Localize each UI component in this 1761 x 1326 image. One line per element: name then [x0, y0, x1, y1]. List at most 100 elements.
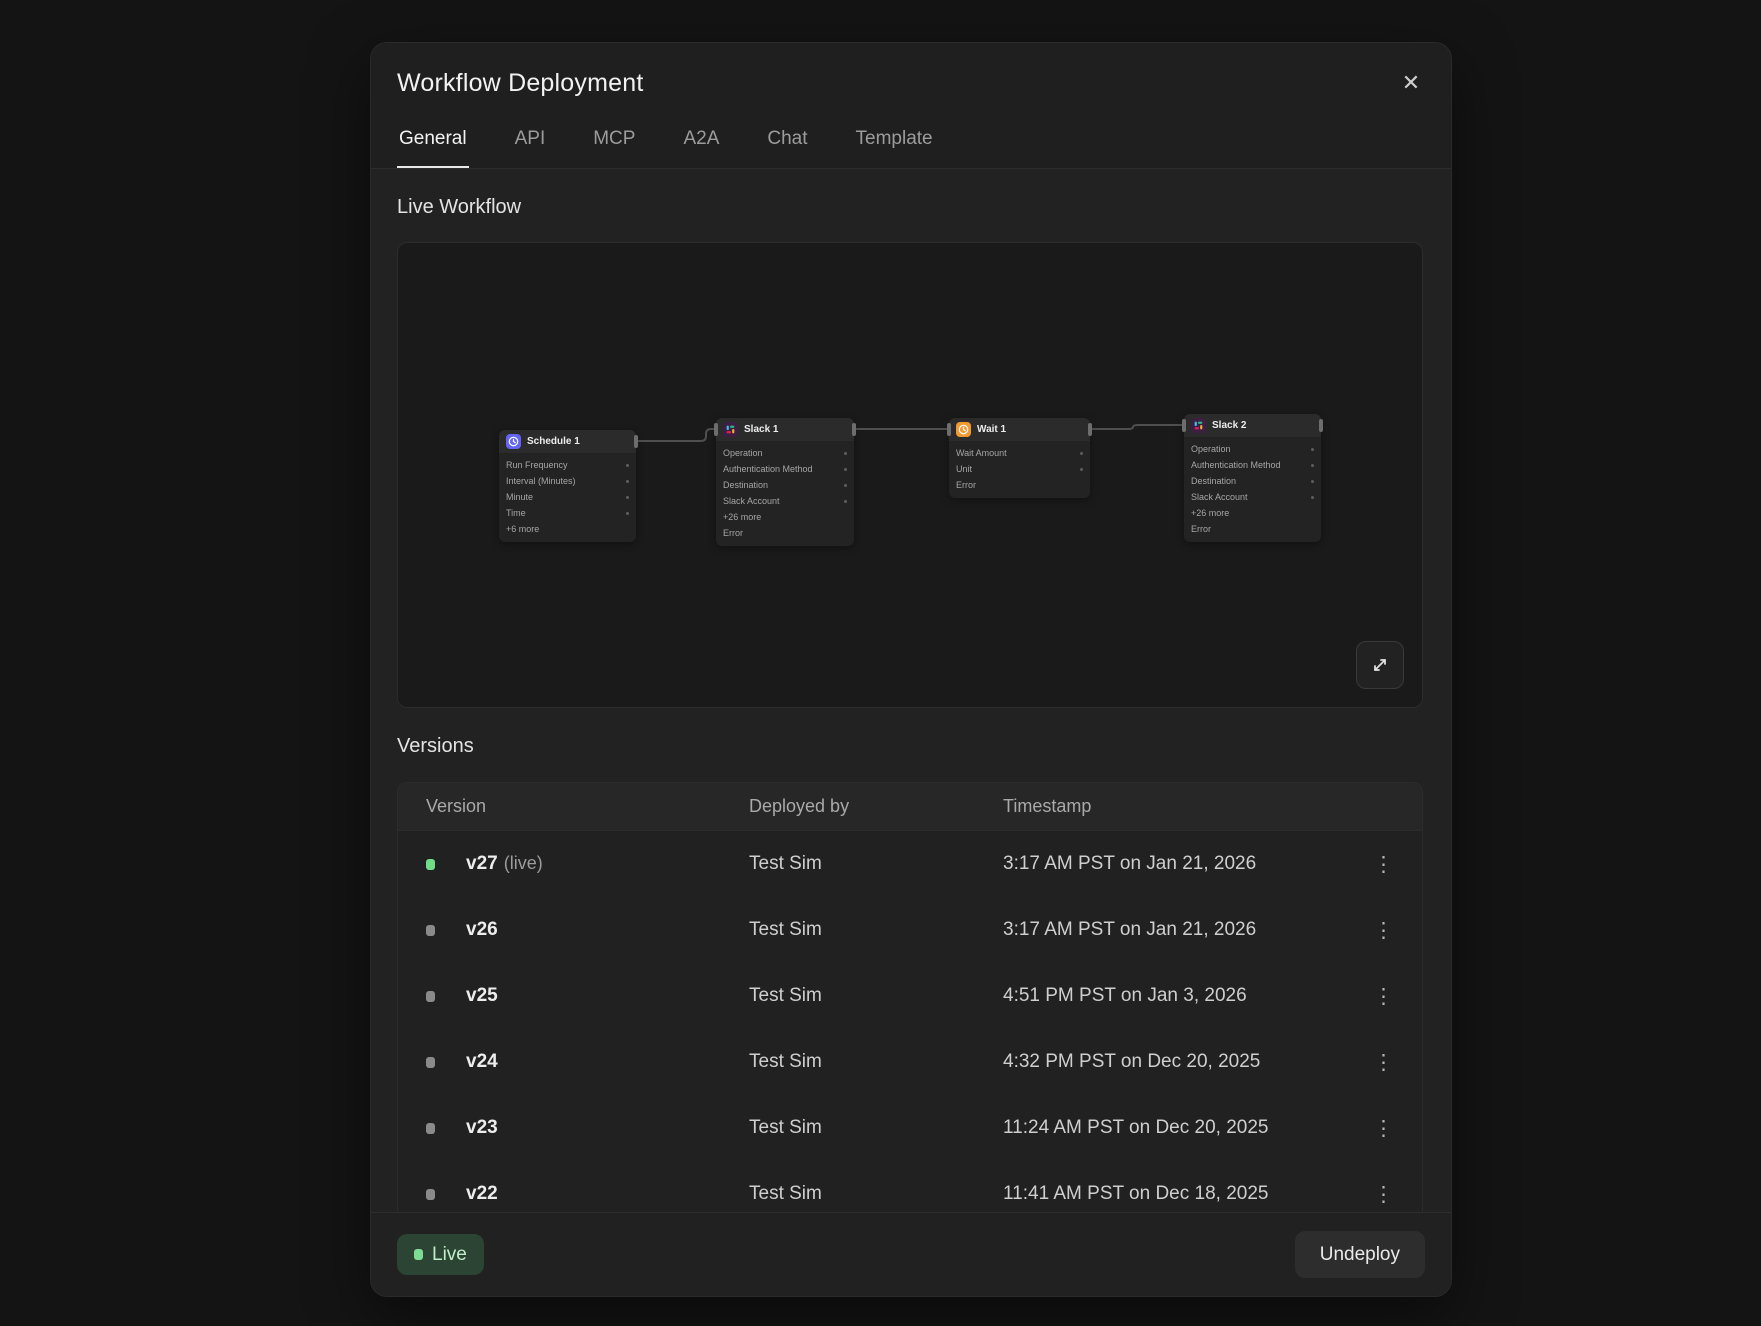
- node-field: Error: [949, 477, 1090, 493]
- tab-general[interactable]: General: [397, 122, 469, 168]
- input-port[interactable]: [947, 423, 951, 436]
- deployed-by-cell: Test Sim: [749, 1051, 1003, 1073]
- node-field: +6 more: [499, 521, 636, 537]
- slack-icon: [723, 422, 738, 437]
- workflow-node-header: Slack 2: [1184, 414, 1321, 437]
- node-field: Authentication Method: [1184, 457, 1321, 473]
- live-status-dot-icon: [414, 1249, 423, 1260]
- undeploy-button[interactable]: Undeploy: [1295, 1231, 1425, 1278]
- node-field-label: Minute: [506, 492, 533, 502]
- output-port[interactable]: [1319, 419, 1323, 432]
- node-field-label: Wait Amount: [956, 448, 1007, 458]
- node-field-label: Error: [1191, 524, 1211, 534]
- clock-icon: [506, 434, 521, 449]
- workflow-node-slack-2[interactable]: Slack 2 OperationAuthentication MethodDe…: [1184, 414, 1321, 542]
- version-status-dot: [426, 925, 435, 936]
- row-menu-button[interactable]: ⋮: [1365, 1114, 1402, 1143]
- tab-api[interactable]: API: [513, 122, 548, 168]
- deployed-by-cell: Test Sim: [749, 1183, 1003, 1205]
- input-port[interactable]: [714, 423, 718, 436]
- workflow-node-body: OperationAuthentication MethodDestinatio…: [1184, 437, 1321, 542]
- input-port[interactable]: [1182, 419, 1186, 432]
- deployed-by-cell: Test Sim: [749, 1117, 1003, 1139]
- slack-icon: [1191, 418, 1206, 433]
- version-label: v23: [466, 1117, 749, 1139]
- timestamp-cell: 3:17 AM PST on Jan 21, 2026: [1003, 853, 1354, 875]
- node-field-label: Interval (Minutes): [506, 476, 576, 486]
- version-row-v25[interactable]: v25 Test Sim 4:51 PM PST on Jan 3, 2026 …: [398, 963, 1422, 1029]
- field-port-dot: [626, 464, 629, 467]
- version-row-v23[interactable]: v23 Test Sim 11:24 AM PST on Dec 20, 202…: [398, 1095, 1422, 1161]
- field-port-dot: [626, 496, 629, 499]
- row-menu-button[interactable]: ⋮: [1365, 1180, 1402, 1209]
- version-label: v27(live): [466, 853, 749, 875]
- version-status-dot: [426, 859, 435, 870]
- dialog-header: Workflow Deployment ✕: [371, 43, 1451, 98]
- node-field-label: Run Frequency: [506, 460, 568, 470]
- workflow-preview-canvas[interactable]: Schedule 1 Run Frequency Interval (Minute…: [397, 242, 1423, 708]
- version-row-v26[interactable]: v26 Test Sim 3:17 AM PST on Jan 21, 2026…: [398, 897, 1422, 963]
- node-field-label: +26 more: [1191, 508, 1229, 518]
- close-button[interactable]: ✕: [1395, 67, 1427, 99]
- node-field: Destination: [1184, 473, 1321, 489]
- workflow-node-schedule-1[interactable]: Schedule 1 Run Frequency Interval (Minute…: [499, 430, 636, 542]
- workflow-node-header: Slack 1: [716, 418, 854, 441]
- node-field-label: Destination: [723, 480, 768, 490]
- node-field-label: Unit: [956, 464, 972, 474]
- versions-table-header: Version Deployed by Timestamp: [398, 783, 1422, 831]
- output-port[interactable]: [634, 435, 638, 448]
- deployed-by-cell: Test Sim: [749, 985, 1003, 1007]
- timestamp-cell: 4:32 PM PST on Dec 20, 2025: [1003, 1051, 1354, 1073]
- row-menu-button[interactable]: ⋮: [1365, 1048, 1402, 1077]
- version-row-v22[interactable]: v22 Test Sim 11:41 AM PST on Dec 18, 202…: [398, 1161, 1422, 1212]
- node-field-label: Time: [506, 508, 526, 518]
- timestamp-cell: 11:24 AM PST on Dec 20, 2025: [1003, 1117, 1354, 1139]
- workflow-node-body: Run Frequency Interval (Minutes) Minute Tim…: [499, 453, 636, 542]
- node-field-label: Authentication Method: [1191, 460, 1281, 470]
- tab-template[interactable]: Template: [854, 122, 935, 168]
- field-port-dot: [626, 512, 629, 515]
- version-status-dot: [426, 991, 435, 1002]
- column-timestamp: Timestamp: [1003, 796, 1354, 817]
- node-field: Slack Account: [1184, 489, 1321, 505]
- node-field-label: Destination: [1191, 476, 1236, 486]
- version-row-v27[interactable]: v27(live) Test Sim 3:17 AM PST on Jan 21…: [398, 831, 1422, 897]
- expand-preview-button[interactable]: [1356, 641, 1404, 689]
- workflow-node-wait-1[interactable]: Wait 1 Wait AmountUnitError: [949, 418, 1090, 498]
- field-port-dot: [844, 500, 847, 503]
- field-port-dot: [1311, 480, 1314, 483]
- node-title: Slack 1: [744, 424, 778, 435]
- workflow-node-slack-1[interactable]: Slack 1 OperationAuthentication MethodDe…: [716, 418, 854, 546]
- tab-a2a[interactable]: A2A: [681, 122, 721, 168]
- row-menu-button[interactable]: ⋮: [1365, 916, 1402, 945]
- live-workflow-heading: Live Workflow: [397, 196, 1425, 219]
- tab-chat[interactable]: Chat: [765, 122, 809, 168]
- output-port[interactable]: [852, 423, 856, 436]
- node-field-label: Error: [956, 480, 976, 490]
- node-field-label: Error: [723, 528, 743, 538]
- version-label: v26: [466, 919, 749, 941]
- node-field: Time: [499, 505, 636, 521]
- version-status-dot: [426, 1057, 435, 1068]
- output-port[interactable]: [1088, 423, 1092, 436]
- deployed-by-cell: Test Sim: [749, 919, 1003, 941]
- column-version: Version: [426, 796, 749, 817]
- node-field: Unit: [949, 461, 1090, 477]
- node-title: Schedule 1: [527, 436, 580, 447]
- tab-mcp[interactable]: MCP: [591, 122, 637, 168]
- row-menu-button[interactable]: ⋮: [1365, 982, 1402, 1011]
- node-field: Interval (Minutes): [499, 473, 636, 489]
- deployed-by-cell: Test Sim: [749, 853, 1003, 875]
- node-field: Authentication Method: [716, 461, 854, 477]
- version-row-v24[interactable]: v24 Test Sim 4:32 PM PST on Dec 20, 2025…: [398, 1029, 1422, 1095]
- versions-heading: Versions: [397, 735, 1425, 758]
- row-menu-button[interactable]: ⋮: [1365, 850, 1402, 879]
- version-status-dot: [426, 1123, 435, 1134]
- node-field: +26 more: [1184, 505, 1321, 521]
- timestamp-cell: 4:51 PM PST on Jan 3, 2026: [1003, 985, 1354, 1007]
- version-status-dot: [426, 1189, 435, 1200]
- workflow-deployment-dialog: Workflow Deployment ✕ General API MCP A2A Ch…: [371, 43, 1451, 1296]
- node-field-label: Authentication Method: [723, 464, 813, 474]
- dialog-footer: Live Undeploy: [371, 1212, 1451, 1296]
- tab-bar: General API MCP A2A Chat Template: [371, 122, 1451, 169]
